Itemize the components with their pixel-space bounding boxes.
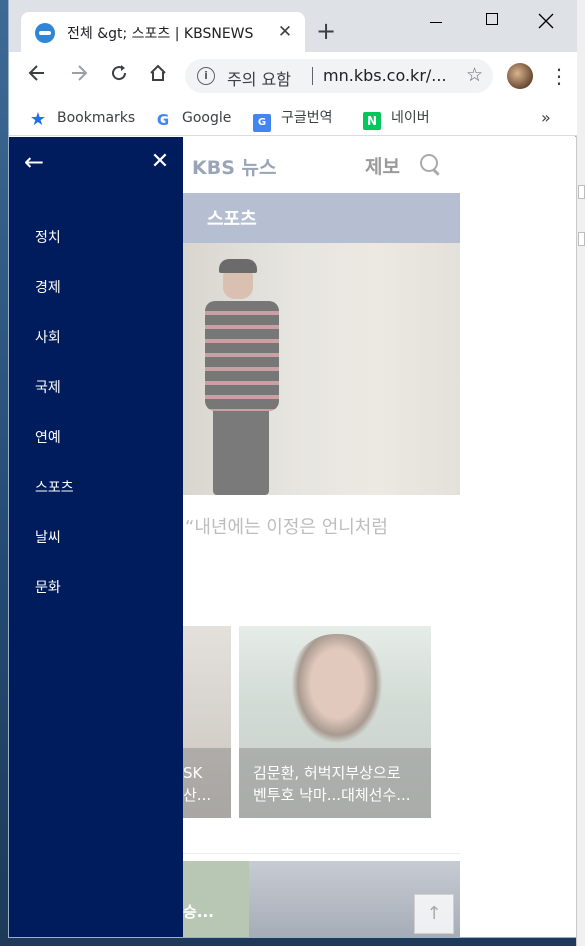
drawer-close-icon[interactable]: ✕ <box>147 149 173 175</box>
player-photo <box>291 634 383 744</box>
kbs-news-logo[interactable]: KBS 뉴스 <box>192 153 276 180</box>
menu-item-entertainment[interactable]: 연예 <box>35 426 74 476</box>
drawer-back-icon[interactable]: ← <box>21 149 47 175</box>
close-window-button[interactable] <box>523 8 569 32</box>
card-headline: SK 산... <box>183 762 211 806</box>
home-icon <box>150 64 166 81</box>
bookmark-item-google[interactable]: G Google <box>154 107 232 129</box>
menu-item-society[interactable]: 사회 <box>35 326 74 376</box>
google-icon: G <box>156 111 170 129</box>
tab-title: 전체 &gt; 스포츠 | KBSNEWS <box>67 26 254 42</box>
golfer-body <box>205 301 279 411</box>
menu-item-economy[interactable]: 경제 <box>35 276 74 326</box>
menu-item-weather[interactable]: 날씨 <box>35 526 74 576</box>
browser-menu-icon[interactable]: ⋮ <box>549 62 569 90</box>
menu-item-culture[interactable]: 문화 <box>35 576 74 626</box>
omnibox-separator <box>312 67 313 85</box>
minimize-button[interactable] <box>413 8 459 32</box>
news-card[interactable]: 승... <box>183 861 249 937</box>
tab-close-icon[interactable]: ✕ <box>275 22 295 42</box>
card-headline-line: 벤투호 낙마...대체선수... <box>253 786 411 804</box>
bookmarks-bar: ★ Bookmarks G Google G 구글번역 N 네이버 » <box>9 100 577 136</box>
card-headline-line: 산... <box>183 786 212 804</box>
new-tab-button[interactable]: + <box>313 18 339 44</box>
site-info-icon[interactable]: i <box>197 67 215 85</box>
menu-item-politics[interactable]: 정치 <box>35 226 74 276</box>
side-navigation-drawer: ← ✕ 정치 경제 사회 국제 연예 스포츠 날씨 문화 <box>9 137 183 937</box>
maximize-button[interactable] <box>469 8 515 32</box>
active-tab[interactable]: 전체 &gt; 스포츠 | KBSNEWS ✕ <box>21 12 305 52</box>
news-card[interactable]: 김문환, 허벅지부상으로 벤투호 낙마...대체선수... <box>239 626 431 818</box>
maximize-icon <box>486 13 498 25</box>
bookmark-item-bookmarks[interactable]: ★ Bookmarks <box>29 107 135 129</box>
golfer-photo <box>199 257 283 495</box>
page-viewport: KBS 뉴스 제보 스포츠 “내년에는 이정은 언니처럼 SK 산... 김문환… <box>9 137 576 937</box>
background-scroll-marker <box>578 185 585 199</box>
browser-window: 전체 &gt; 스포츠 | KBSNEWS ✕ + i 주의 요함 mn.kbs… <box>8 0 577 938</box>
menu-item-sports[interactable]: 스포츠 <box>35 476 74 526</box>
kbs-favicon-icon <box>35 23 55 43</box>
hero-headline[interactable]: “내년에는 이정은 언니처럼 <box>185 513 388 539</box>
card-headline: 김문환, 허벅지부상으로 벤투호 낙마...대체선수... <box>253 762 411 806</box>
reload-icon <box>112 65 127 81</box>
search-icon[interactable] <box>419 153 441 175</box>
section-divider <box>183 853 460 854</box>
url-text[interactable]: mn.kbs.co.kr/... <box>323 66 447 85</box>
star-icon: ★ <box>29 109 47 130</box>
forward-button[interactable] <box>65 62 93 90</box>
not-secure-label: 주의 요함 <box>227 70 291 89</box>
scroll-top-button[interactable]: ↑ <box>414 894 454 934</box>
back-button[interactable] <box>23 62 51 90</box>
background-window-edge <box>576 0 585 946</box>
naver-icon: N <box>363 112 381 130</box>
home-button[interactable] <box>144 62 172 90</box>
address-bar[interactable]: i 주의 요함 mn.kbs.co.kr/... ☆ <box>185 59 493 93</box>
menu-item-world[interactable]: 국제 <box>35 376 74 426</box>
bookmark-item-translate[interactable]: G 구글번역 <box>253 107 333 132</box>
forward-arrow-icon <box>72 65 88 81</box>
bookmark-label: 구글번역 <box>281 110 333 126</box>
drawer-menu: 정치 경제 사회 국제 연예 스포츠 날씨 문화 <box>35 226 74 626</box>
bookmark-item-naver[interactable]: N 네이버 <box>363 107 430 130</box>
bookmark-star-icon[interactable]: ☆ <box>466 64 483 86</box>
bookmark-label: 네이버 <box>391 110 430 126</box>
reload-button[interactable] <box>105 62 133 90</box>
golfer-cap <box>219 259 257 273</box>
bookmark-label: Bookmarks <box>57 110 136 126</box>
close-window-icon <box>538 13 554 29</box>
report-link[interactable]: 제보 <box>365 152 400 179</box>
background-scroll-marker <box>578 232 585 246</box>
section-title: 스포츠 <box>207 209 257 230</box>
profile-avatar[interactable] <box>507 63 533 89</box>
bookmark-label: Google <box>182 110 232 126</box>
translate-icon: G <box>253 114 271 132</box>
browser-toolbar: i 주의 요함 mn.kbs.co.kr/... ☆ ⋮ <box>9 52 577 100</box>
bookmarks-overflow-button[interactable]: » <box>541 108 551 127</box>
card-headline-line: SK <box>183 764 203 782</box>
tab-strip: 전체 &gt; 스포츠 | KBSNEWS ✕ + <box>9 0 577 52</box>
back-arrow-icon <box>28 65 44 81</box>
card-headline: 승... <box>183 903 214 921</box>
card-headline-line: 김문환, 허벅지부상으로 <box>253 764 401 782</box>
minimize-icon <box>430 21 442 23</box>
news-card[interactable]: SK 산... <box>183 626 231 818</box>
golfer-legs <box>213 407 269 495</box>
